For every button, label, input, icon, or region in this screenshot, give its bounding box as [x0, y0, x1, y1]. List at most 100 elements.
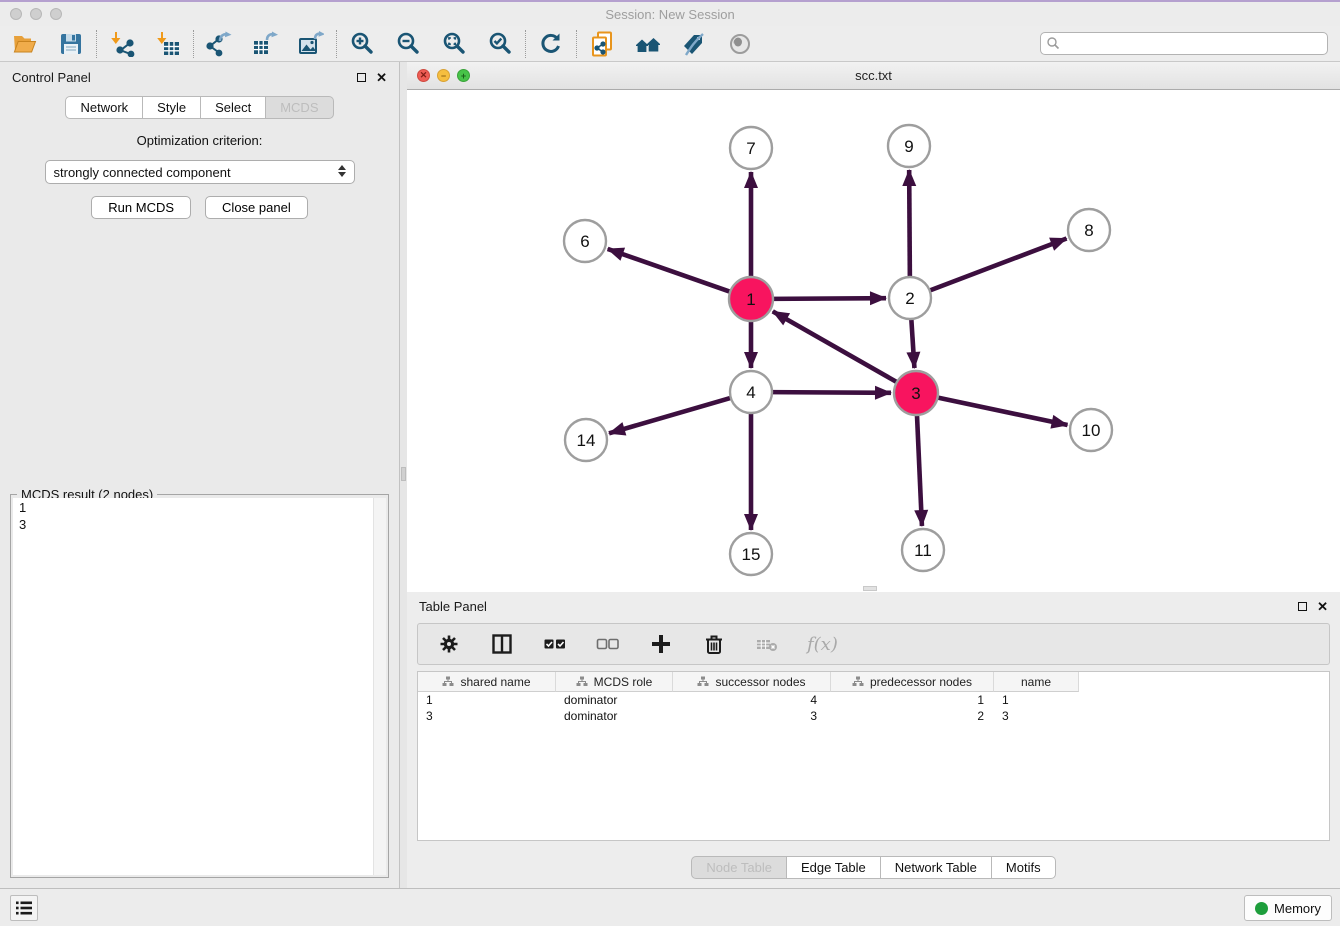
select-all-button[interactable]: [542, 631, 568, 657]
graph-edge-2-3[interactable]: [911, 317, 914, 368]
table-row[interactable]: 1dominator411: [418, 692, 1329, 708]
criterion-dropdown[interactable]: strongly connected component: [45, 160, 355, 184]
maximize-window-button[interactable]: [50, 8, 62, 20]
toggle-column-view-button[interactable]: [489, 631, 515, 657]
result-scrollbar[interactable]: [373, 498, 386, 875]
zoom-out-button[interactable]: [395, 31, 421, 57]
graph-edge-2-9[interactable]: [909, 170, 910, 279]
graph-node-1[interactable]: 1: [729, 277, 773, 321]
close-panel-icon[interactable]: ✕: [376, 73, 387, 82]
clone-network-button[interactable]: [589, 31, 615, 57]
export-network-button[interactable]: [206, 31, 232, 57]
export-image-icon: [298, 31, 324, 57]
graph-node-6[interactable]: 6: [564, 220, 606, 262]
splitter-grip[interactable]: [401, 467, 406, 481]
table-row[interactable]: 3dominator323: [418, 708, 1329, 724]
network-close-button[interactable]: ✕: [417, 69, 430, 82]
graph-edge-3-1[interactable]: [773, 311, 899, 383]
save-session-button[interactable]: [58, 31, 84, 57]
cell-successor-nodes[interactable]: 3: [673, 709, 831, 723]
canvas-splitter-grip[interactable]: [863, 586, 877, 591]
graph-node-11[interactable]: 11: [902, 529, 944, 571]
column-header-successor-nodes[interactable]: successor nodes: [673, 672, 831, 692]
control-panel-tabs: NetworkStyleSelectMCDS: [0, 96, 399, 119]
minimize-window-button[interactable]: [30, 8, 42, 20]
zoom-selected-button[interactable]: [487, 31, 513, 57]
network-canvas[interactable]: 7 9 6 8 1 2 4 3 14 10 15 11: [407, 90, 1340, 592]
graph-edge-4-14[interactable]: [609, 397, 733, 433]
control-panel-title: Control Panel: [12, 70, 91, 85]
cell-shared-name[interactable]: 1: [418, 693, 556, 707]
cell-shared-name[interactable]: 3: [418, 709, 556, 723]
close-table-panel-icon[interactable]: ✕: [1317, 602, 1328, 611]
graph-node-15[interactable]: 15: [730, 533, 772, 575]
column-header-mcds-role[interactable]: MCDS role: [556, 672, 673, 692]
open-session-button[interactable]: [12, 31, 38, 57]
delete-column-button[interactable]: [701, 631, 727, 657]
apply-style-button[interactable]: [538, 31, 564, 57]
search-input[interactable]: [1040, 32, 1328, 55]
export-image-button[interactable]: [298, 31, 324, 57]
column-header-name[interactable]: name: [994, 672, 1079, 692]
tab-style[interactable]: Style: [143, 96, 201, 119]
tab-select[interactable]: Select: [201, 96, 266, 119]
tab-mcds[interactable]: MCDS: [266, 96, 333, 119]
function-builder-button[interactable]: f(x): [807, 634, 838, 655]
import-network-button[interactable]: [109, 31, 135, 57]
vertical-splitter[interactable]: [400, 62, 407, 888]
graph-node-7[interactable]: 7: [730, 127, 772, 169]
network-minimize-button[interactable]: −: [437, 69, 450, 82]
cell-mcds-role[interactable]: dominator: [556, 709, 673, 723]
float-panel-icon[interactable]: [357, 73, 366, 82]
graph-node-9[interactable]: 9: [888, 125, 930, 167]
show-hide-panel-button[interactable]: [727, 31, 753, 57]
graph-edge-1-2[interactable]: [771, 298, 886, 299]
graph-node-2[interactable]: 2: [889, 277, 931, 319]
network-graph[interactable]: 7 9 6 8 1 2 4 3 14 10 15 11: [407, 90, 1340, 592]
graph-edge-2-8[interactable]: [928, 239, 1067, 292]
graph-node-8[interactable]: 8: [1068, 209, 1110, 251]
run-mcds-button[interactable]: Run MCDS: [91, 196, 191, 219]
tab-node-table[interactable]: Node Table: [691, 856, 787, 879]
zoom-fit-button[interactable]: [441, 31, 467, 57]
mcds-result-text[interactable]: 1 3: [13, 498, 386, 875]
network-window-titlebar[interactable]: ✕ − + scc.txt: [407, 62, 1340, 90]
tab-network-table[interactable]: Network Table: [881, 856, 992, 879]
cell-name[interactable]: 1: [994, 693, 1079, 707]
graph-edge-3-11[interactable]: [917, 413, 922, 526]
cell-name[interactable]: 3: [994, 709, 1079, 723]
graph-edge-3-10[interactable]: [936, 397, 1068, 425]
close-window-button[interactable]: [10, 8, 22, 20]
graph-node-3[interactable]: 3: [894, 371, 938, 415]
hide-labels-button[interactable]: [681, 31, 707, 57]
close-panel-button[interactable]: Close panel: [205, 196, 308, 219]
cell-successor-nodes[interactable]: 4: [673, 693, 831, 707]
network-maximize-button[interactable]: +: [457, 69, 470, 82]
import-table-button[interactable]: [155, 31, 181, 57]
table-settings-button[interactable]: [436, 631, 462, 657]
graph-node-10[interactable]: 10: [1070, 409, 1112, 451]
home-button[interactable]: [635, 31, 661, 57]
unselect-all-button[interactable]: [595, 631, 621, 657]
float-table-panel-icon[interactable]: [1298, 602, 1307, 611]
tab-motifs[interactable]: Motifs: [992, 856, 1056, 879]
cell-mcds-role[interactable]: dominator: [556, 693, 673, 707]
task-history-button[interactable]: [10, 895, 38, 921]
create-column-button[interactable]: [648, 631, 674, 657]
graph-node-14[interactable]: 14: [565, 419, 607, 461]
cell-predecessor-nodes[interactable]: 1: [831, 693, 994, 707]
tab-edge-table[interactable]: Edge Table: [787, 856, 881, 879]
graph-edge-4-3[interactable]: [770, 392, 891, 393]
sort-tree-icon: [697, 676, 709, 687]
tab-network[interactable]: Network: [65, 96, 143, 119]
import-table-icon: [155, 31, 181, 57]
export-table-button[interactable]: [252, 31, 278, 57]
memory-button[interactable]: Memory: [1244, 895, 1332, 921]
delete-table-button[interactable]: [754, 631, 780, 657]
cell-predecessor-nodes[interactable]: 2: [831, 709, 994, 723]
column-header-predecessor-nodes[interactable]: predecessor nodes: [831, 672, 994, 692]
graph-node-4[interactable]: 4: [730, 371, 772, 413]
zoom-in-button[interactable]: [349, 31, 375, 57]
graph-edge-1-6[interactable]: [608, 249, 732, 292]
column-header-shared-name[interactable]: shared name: [418, 672, 556, 692]
